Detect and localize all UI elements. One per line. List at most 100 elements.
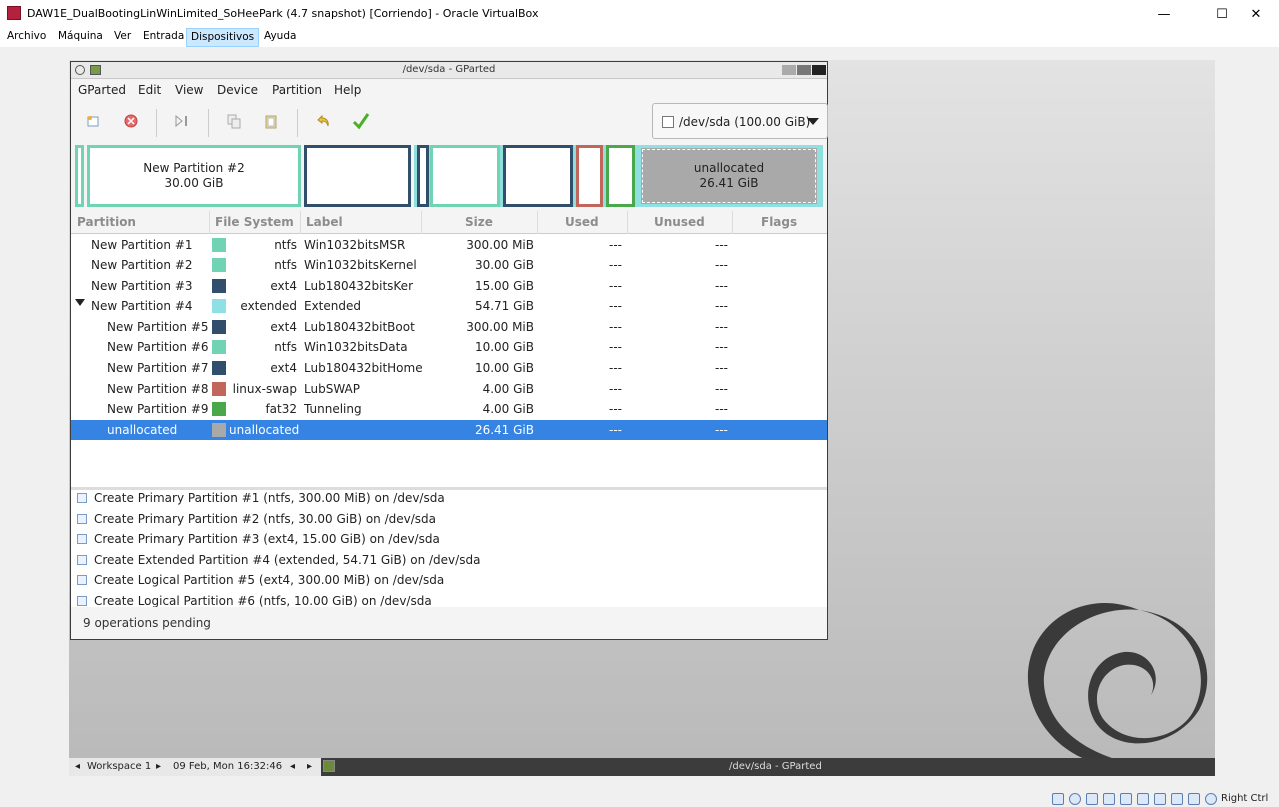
fs-color-swatch [212,423,226,437]
fs-color-swatch [212,340,226,354]
map-partition-2[interactable]: New Partition #2 30.00 GiB [87,145,301,207]
minimize-icon[interactable] [782,65,796,75]
menu-partition[interactable]: Partition [272,83,322,97]
map-partition-9[interactable] [606,145,635,207]
taskbar-task-gparted[interactable]: /dev/sda - GParted [729,761,822,772]
table-row[interactable]: New Partition #4 extended Extended 54.71… [71,296,827,316]
map-partition-8[interactable] [576,145,603,207]
row-partition: New Partition #8 [107,382,209,396]
partition-map: New Partition #2 30.00 GiB unallocated 2… [75,145,827,207]
table-row[interactable]: New Partition #1 ntfs Win1032bitsMSR 300… [71,235,827,255]
usb-icon[interactable] [1120,793,1132,805]
col-partition[interactable]: Partition [77,215,136,229]
toolbar-separator [297,109,298,137]
table-row[interactable]: New Partition #3 ext4 Lub180432bitsKer 1… [71,276,827,296]
menu-entrada[interactable]: Entrada [139,30,188,42]
row-label: Win1032bitsKernel [304,258,417,272]
menu-help[interactable]: Help [334,83,361,97]
row-size: 10.00 GiB [474,361,534,375]
table-row-selected[interactable]: unallocated unallocated 26.41 GiB --- --… [71,420,827,440]
row-unused: --- [715,402,728,416]
map-partition-5[interactable] [417,145,429,207]
copy-button[interactable] [222,109,246,133]
fs-color-swatch [212,320,226,334]
table-row[interactable]: New Partition #9 fat32 Tunneling 4.00 Gi… [71,399,827,419]
col-size[interactable]: Size [465,215,493,229]
workspace-label[interactable]: Workspace 1 [87,761,151,772]
apply-button[interactable] [349,109,373,133]
new-partition-button[interactable] [81,109,105,133]
operation-text: Create Primary Partition #3 (ext4, 15.00… [94,532,440,546]
menu-dispositivos[interactable]: Dispositivos [186,28,260,47]
row-used: --- [609,279,622,293]
row-label: Tunneling [304,402,362,416]
menu-gparted[interactable]: GParted [78,83,126,97]
map-partition-3[interactable] [304,145,411,207]
network-icon[interactable] [1103,793,1115,805]
audio-icon[interactable] [1086,793,1098,805]
map-partition-6[interactable] [430,145,500,207]
row-partition: New Partition #4 [91,299,193,313]
table-row[interactable]: New Partition #6 ntfs Win1032bitsData 10… [71,337,827,357]
menu-device[interactable]: Device [217,83,258,97]
task-prev-icon[interactable]: ◂ [290,761,295,772]
operation-icon [77,493,87,503]
resize-move-button[interactable] [170,109,194,133]
menu-view[interactable]: View [175,83,203,97]
delete-partition-button[interactable] [119,109,143,133]
toolbar-separator [208,109,209,137]
harddisk-icon[interactable] [1052,793,1064,805]
map-unallocated[interactable]: unallocated 26.41 GiB [638,145,820,207]
list-item[interactable]: Create Extended Partition #4 (extended, … [77,553,480,573]
map-partition-7[interactable] [503,145,573,207]
table-row[interactable]: New Partition #5 ext4 Lub180432bitBoot 3… [71,317,827,337]
paste-button[interactable] [259,109,283,133]
row-partition: New Partition #7 [107,361,209,375]
recording-icon[interactable] [1171,793,1183,805]
menu-ayuda[interactable]: Ayuda [260,30,300,42]
table-row[interactable]: New Partition #8 linux-swap LubSWAP 4.00… [71,379,827,399]
col-file-system[interactable]: File System [215,215,294,229]
table-row[interactable]: New Partition #7 ext4 Lub180432bitHome 1… [71,358,827,378]
menu-edit[interactable]: Edit [138,83,161,97]
optical-drive-icon[interactable] [1069,793,1081,805]
row-partition: New Partition #9 [107,402,209,416]
harddisk-icon [662,116,674,128]
close-icon[interactable]: ✕ [1233,0,1279,28]
row-size: 26.41 GiB [474,423,534,437]
list-item[interactable]: Create Logical Partition #5 (ext4, 300.0… [77,573,444,593]
menu-maquina[interactable]: Máquina [54,30,107,42]
table-row[interactable]: New Partition #2 ntfs Win1032bitsKernel … [71,255,827,275]
device-selector[interactable]: /dev/sda (100.00 GiB) [652,103,828,139]
mouse-integration-icon[interactable] [1205,793,1217,805]
row-used: --- [609,340,622,354]
col-flags[interactable]: Flags [761,215,797,229]
undo-button[interactable] [311,109,335,133]
menu-archivo[interactable]: Archivo [3,30,50,42]
list-item[interactable]: Create Primary Partition #3 (ext4, 15.00… [77,532,440,552]
host-title-bar: DAW1E_DualBootingLinWinLimited_SoHeePark… [0,0,1279,28]
col-label[interactable]: Label [306,215,343,229]
list-item[interactable]: Create Primary Partition #1 (ntfs, 300.0… [77,491,445,511]
cpu-icon[interactable] [1188,793,1200,805]
workspace-prev-icon[interactable]: ◂ [75,761,80,772]
menu-ver[interactable]: Ver [110,30,135,42]
minimize-icon[interactable]: — [1141,0,1187,28]
row-used: --- [609,423,622,437]
gparted-window: /dev/sda - GParted GParted Edit View Dev… [70,61,828,640]
task-next-icon[interactable]: ▸ [307,761,312,772]
col-unused[interactable]: Unused [654,215,705,229]
row-label: Win1032bitsData [304,340,408,354]
display-icon[interactable] [1154,793,1166,805]
list-item[interactable]: Create Primary Partition #2 (ntfs, 30.00… [77,512,436,532]
workspace-next-icon[interactable]: ▸ [156,761,161,772]
col-used[interactable]: Used [565,215,599,229]
expander-arrow-icon[interactable] [75,299,85,306]
shared-folder-icon[interactable] [1137,793,1149,805]
operation-icon [77,575,87,585]
list-item[interactable]: Create Logical Partition #6 (ntfs, 10.00… [77,594,432,607]
close-icon[interactable] [812,65,826,75]
map-partition-1[interactable] [75,145,84,207]
guest-taskbar: ◂ Workspace 1 ▸ 09 Feb, Mon 16:32:46 ◂ ▸… [69,758,1215,776]
maximize-icon[interactable] [797,65,811,75]
